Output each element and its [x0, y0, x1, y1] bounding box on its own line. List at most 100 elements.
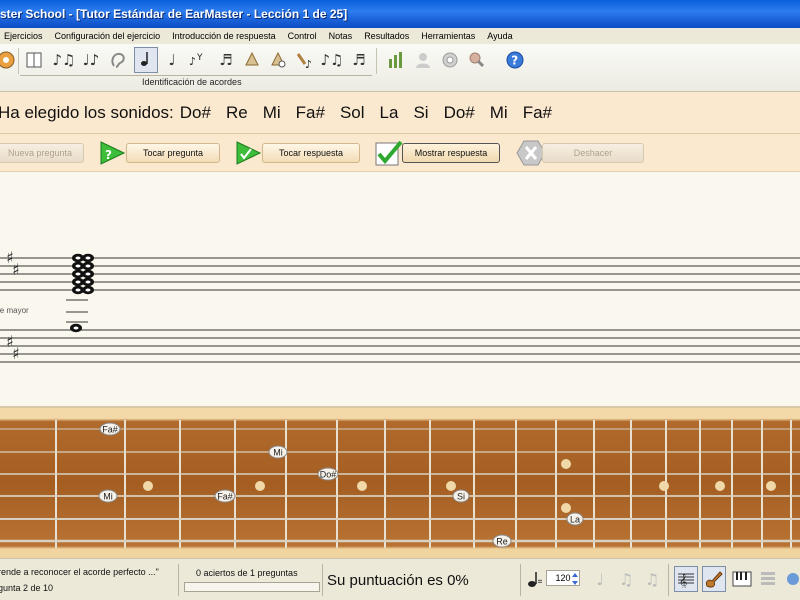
menu-ayuda[interactable]: Ayuda — [481, 31, 518, 41]
chosen-note: Mi — [262, 102, 281, 122]
score-text: Su puntuación es 0% — [327, 572, 469, 589]
lesson-status-text: rende a reconocer el acorde perfecto ...… — [0, 567, 159, 577]
svg-text:Si: Si — [457, 492, 465, 502]
tempo-spinner-icon[interactable] — [568, 566, 582, 592]
note-beamed-icon[interactable]: ♫ — [614, 566, 638, 592]
svg-text:♪: ♪ — [189, 55, 196, 68]
fret-note-marker: Si — [452, 489, 470, 503]
chosen-note: Do# — [179, 102, 211, 122]
scale-icon[interactable]: ♬ — [214, 47, 238, 73]
toolbar-caption: Identificación de acordes — [142, 77, 242, 87]
menu-ejercicios[interactable]: Ejercicios — [0, 31, 49, 41]
melodic-interval-icon[interactable]: ♪♫ — [52, 47, 76, 73]
play-answer-icon — [234, 139, 264, 167]
fret-note-marker: Fa# — [214, 489, 236, 503]
new-question-button[interactable]: Nueva pregunta — [0, 143, 84, 163]
microphone-icon[interactable] — [465, 47, 489, 73]
guitar-fretboard[interactable]: Fa# Mi Do# Mi Fa# Si La Re — [0, 408, 800, 558]
chosen-note: Fa# — [295, 102, 325, 122]
chosen-note: Sol — [339, 102, 365, 122]
svg-text:𝄞: 𝄞 — [679, 574, 687, 588]
show-answer-button[interactable]: Mostrar respuesta — [402, 143, 500, 163]
guitar-view-icon[interactable] — [702, 566, 726, 592]
menu-herramientas[interactable]: Herramientas — [415, 31, 481, 41]
answers-count-text: 0 aciertos de 1 preguntas — [196, 568, 298, 578]
fret-note-marker: Mi — [98, 489, 118, 503]
title-bar: ster School - [Tutor Estándar de EarMast… — [0, 0, 800, 28]
notation-area: ♯ ♯ ♯ ♯ le mayor — [0, 172, 800, 408]
fret-note-marker: Re — [492, 534, 512, 548]
staff-view-icon[interactable]: 𝄞 — [674, 566, 698, 592]
chosen-note: Do# — [443, 102, 475, 122]
chosen-note: La — [379, 102, 399, 122]
piano-view-icon[interactable] — [730, 566, 754, 592]
fret-note-marker: Mi — [268, 445, 288, 459]
menu-introduccion-respuesta[interactable]: Introducción de respuesta — [166, 31, 282, 41]
menu-resultados[interactable]: Resultados — [358, 31, 415, 41]
rhythm-imitation-icon[interactable]: ♪♫ — [320, 47, 344, 73]
svg-text:La: La — [570, 515, 580, 525]
rhythm-dictation-icon[interactable]: ♬ — [347, 47, 371, 73]
fret-note-marker: Fa# — [99, 422, 121, 436]
fretboard-svg: Fa# Mi Do# Mi Fa# Si La Re — [0, 420, 800, 548]
svg-text:Mi: Mi — [273, 448, 283, 458]
chosen-sounds-label: Ha elegido los sonidos: — [0, 102, 174, 122]
staff-svg: ♯ ♯ ♯ ♯ le mayor — [0, 248, 800, 363]
chosen-note: Mi — [489, 102, 508, 122]
chord-notes — [70, 253, 94, 333]
user-icon[interactable] — [411, 47, 435, 73]
home-icon[interactable] — [0, 47, 18, 73]
svg-text:Mi: Mi — [103, 492, 113, 502]
quarter-note-icon: = — [524, 566, 544, 592]
svg-text:Fa#: Fa# — [217, 492, 233, 502]
sight-singing-icon[interactable] — [266, 47, 290, 73]
svg-text:?: ? — [105, 148, 112, 162]
chord-progression-icon[interactable]: ♪ Y — [186, 47, 210, 73]
svg-text:Do#: Do# — [320, 470, 337, 480]
svg-text:?: ? — [511, 54, 518, 68]
action-bar: Nueva pregunta ? Tocar pregunta Tocar re… — [0, 134, 800, 172]
menu-bar: Ejercicios Configuración del ejercicio I… — [0, 28, 800, 44]
svg-text:♪: ♪ — [305, 58, 312, 70]
more-options-icon[interactable] — [782, 566, 800, 592]
chord-inversion-icon[interactable]: ♩ — [160, 47, 184, 73]
menu-configuracion[interactable]: Configuración del ejercicio — [49, 31, 167, 41]
note-double-icon[interactable]: ♫ — [640, 566, 664, 592]
window-title: ster School - [Tutor Estándar de EarMast… — [0, 7, 348, 21]
play-question-icon: ? — [98, 139, 128, 167]
play-answer-button[interactable]: Tocar respuesta — [262, 143, 360, 163]
toolbar: ♪♫ ♩♪ ♩ ♪ Y ♬ ♪ ♪♫ ♬ ? Identificación de … — [0, 44, 800, 92]
play-question-button[interactable]: Tocar pregunta — [126, 143, 220, 163]
note-single-icon[interactable]: ♩ — [588, 566, 612, 592]
treble-staff — [0, 257, 800, 291]
menu-notas[interactable]: Notas — [323, 31, 359, 41]
harmonic-interval-icon[interactable]: ♩♪ — [79, 47, 103, 73]
chosen-note: Si — [413, 102, 429, 122]
fret-note-marker: La — [566, 512, 584, 526]
fret-note-marker: Do# — [317, 467, 339, 481]
svg-text:=: = — [537, 577, 542, 587]
statistics-icon[interactable] — [384, 47, 408, 73]
chord-identification-icon[interactable] — [134, 47, 158, 73]
progress-bar — [184, 582, 320, 592]
svg-text:Re: Re — [496, 537, 508, 547]
scale-identification-icon[interactable] — [240, 47, 264, 73]
svg-text:Y: Y — [196, 53, 203, 63]
midi-setup-icon[interactable] — [438, 47, 462, 73]
help-icon[interactable]: ? — [503, 47, 527, 73]
svg-text:♯: ♯ — [12, 344, 20, 363]
chosen-sounds-panel: Ha elegido los sonidos: Do# Re Mi Fa# So… — [0, 92, 800, 134]
show-answer-icon — [374, 139, 404, 167]
chosen-note: Fa# — [522, 102, 553, 122]
bass-staff — [0, 329, 800, 363]
question-counter-text: gunta 2 de 10 — [0, 583, 54, 593]
delete-button[interactable]: Deshacer — [542, 143, 644, 163]
svg-text:Fa#: Fa# — [102, 425, 118, 435]
solfege-view-icon[interactable] — [756, 566, 780, 592]
svg-text:♯: ♯ — [12, 260, 20, 279]
rhythm-clap-icon[interactable]: ♪ — [293, 47, 317, 73]
key-label: le mayor — [0, 306, 29, 315]
ear-icon[interactable] — [106, 47, 130, 73]
interval-icon[interactable] — [22, 47, 46, 73]
menu-control[interactable]: Control — [282, 31, 323, 41]
